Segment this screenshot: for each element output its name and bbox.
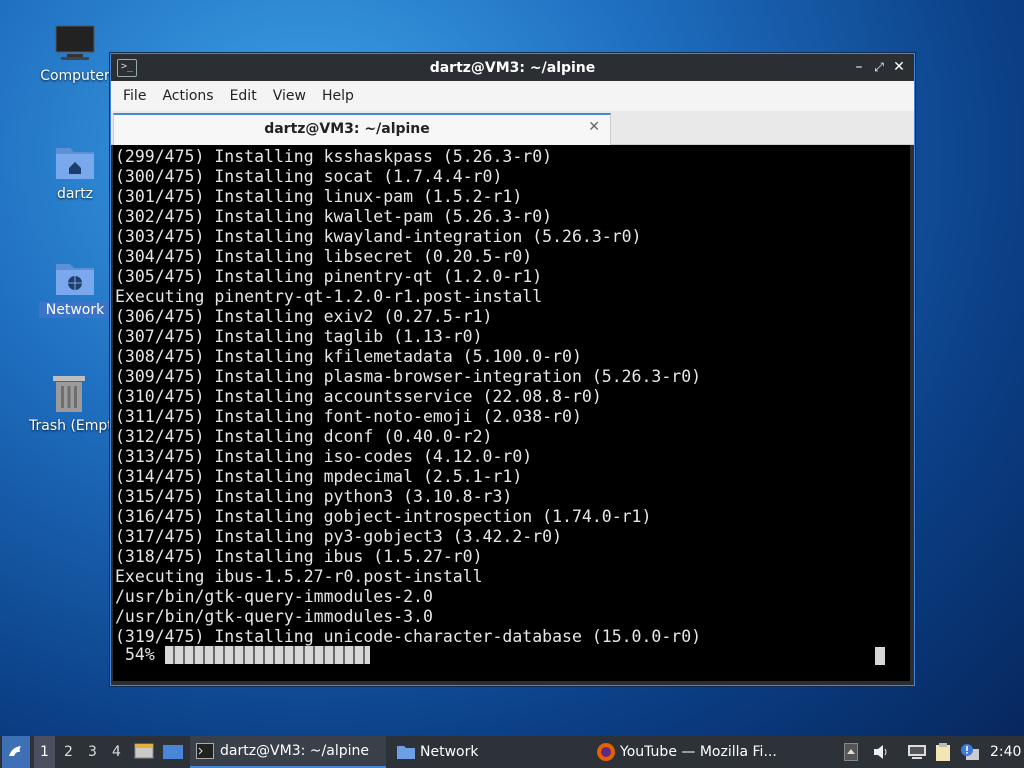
progress-bar [164,645,545,664]
workspace-3[interactable]: 3 [88,736,97,768]
task-label: YouTube — Mozilla Fi... [620,744,777,760]
terminal-line: (305/475) Installing pinentry-qt (1.2.0-… [115,267,543,286]
terminal-line: (313/475) Installing iso-codes (4.12.0-r… [115,447,533,466]
terminal-line: (303/475) Installing kwayland-integratio… [115,227,642,246]
terminal-line: (310/475) Installing accountsservice (22… [115,387,602,406]
terminal-cursor [875,647,885,665]
menu-help[interactable]: Help [314,88,362,104]
desktop-icon [134,743,154,759]
terminal-line: (314/475) Installing mpdecimal (2.5.1-r1… [115,467,523,486]
monitor-icon [53,24,97,64]
terminal-line: (318/475) Installing ibus (1.5.27-r0) [115,547,483,566]
clock[interactable]: 2:40 [990,736,1021,768]
terminal-line: (316/475) Installing gobject-introspecti… [115,507,652,526]
network-folder-icon [53,258,97,298]
taskbar: 1 2 3 4 dartz@VM3: ~/alpine Network YouT… [0,736,1024,768]
workspace-1[interactable]: 1 [34,736,55,768]
desktop-icon-computer[interactable]: Computer [39,24,111,84]
clipboard-button[interactable] [934,736,952,768]
window-icon [163,745,183,759]
terminal-line: /usr/bin/gtk-query-immodules-3.0 [115,607,433,626]
notifications-button[interactable] [960,736,980,768]
terminal-line: (309/475) Installing plasma-browser-inte… [115,367,702,386]
menu-edit[interactable]: Edit [222,88,265,104]
home-folder-icon [53,142,97,182]
network-wired-icon [908,745,926,759]
start-menu-button[interactable] [2,736,30,768]
terminal-lines: (299/475) Installing ksshaskpass (5.26.3… [113,145,910,647]
files-launcher-button[interactable] [162,736,184,768]
terminal-line: Executing ibus-1.5.27-r0.post-install [115,567,483,586]
workspace-2[interactable]: 2 [64,736,73,768]
terminal-line: (300/475) Installing socat (1.7.4.4-r0) [115,167,503,186]
terminal-line: (306/475) Installing exiv2 (0.27.5-r1) [115,307,493,326]
progress-bar-fill [164,645,370,664]
terminal-line: /usr/bin/gtk-query-immodules-2.0 [115,587,433,606]
speaker-icon [874,745,887,759]
terminal-line: (317/475) Installing py3-gobject3 (3.42.… [115,527,563,546]
tab-title: dartz@VM3: ~/alpine [264,121,430,137]
terminal-line: (301/475) Installing linux-pam (1.5.2-r1… [115,187,523,206]
up-arrow-icon [844,743,858,761]
maximize-button[interactable]: ⤢ [870,58,888,76]
trash-icon [47,374,91,414]
clipboard-icon [936,743,950,761]
scroll-up-button[interactable] [844,736,858,768]
desktop-icon-label: dartz [56,186,94,202]
workspace-4[interactable]: 4 [112,736,121,768]
terminal-line: (302/475) Installing kwallet-pam (5.26.3… [115,207,553,226]
show-desktop-button[interactable] [134,736,154,768]
menu-file[interactable]: File [115,88,154,104]
desktop-icon-network[interactable]: Network [39,258,111,318]
folder-icon [397,746,415,759]
terminal-line: (307/475) Installing taglib (1.13-r0) [115,327,483,346]
tab-bar: dartz@VM3: ~/alpine ✕ [111,111,914,145]
desktop-icon-label: Network [39,302,111,318]
task-label: Network [420,744,479,760]
install-progress: 54% [125,645,545,664]
window-titlebar[interactable]: >_ dartz@VM3: ~/alpine – ⤢ ✕ [111,54,914,81]
terminal-window: >_ dartz@VM3: ~/alpine – ⤢ ✕ File Action… [110,53,915,686]
menu-actions[interactable]: Actions [154,88,221,104]
task-terminal[interactable]: dartz@VM3: ~/alpine [190,736,386,768]
terminal-line: (311/475) Installing font-noto-emoji (2.… [115,407,582,426]
desktop-icon-label: Trash (Empty) [29,418,110,434]
terminal-line: (319/475) Installing unicode-character-d… [115,627,702,646]
task-firefox[interactable]: YouTube — Mozilla Fi... [590,736,802,768]
desktop-icon-dartz[interactable]: dartz [39,142,111,202]
menu-bar: File Actions Edit View Help [111,81,914,111]
terminal-line: (315/475) Installing python3 (3.10.8-r3) [115,487,513,506]
terminal-app-icon: >_ [117,59,137,77]
volume-button[interactable] [872,736,890,768]
desktop-icon-label: Computer [40,68,110,84]
task-label: dartz@VM3: ~/alpine [220,743,369,759]
firefox-icon [597,743,615,761]
notification-icon [961,744,979,760]
task-network[interactable]: Network [390,736,582,768]
minimize-button[interactable]: – [850,58,868,76]
progress-percent: 54% [125,645,155,664]
tab-close-icon[interactable]: ✕ [588,119,600,135]
terminal-line: Executing pinentry-qt-1.2.0-r1.post-inst… [115,287,543,306]
desktop-icon-trash[interactable]: Trash (Empty) [28,374,110,434]
terminal-line: (312/475) Installing dconf (0.40.0-r2) [115,427,493,446]
terminal-line: (299/475) Installing ksshaskpass (5.26.3… [115,147,553,166]
menu-view[interactable]: View [265,88,314,104]
terminal-line: (304/475) Installing libsecret (0.20.5-r… [115,247,533,266]
terminal-line: (308/475) Installing kfilemetadata (5.10… [115,347,582,366]
close-button[interactable]: ✕ [890,58,908,76]
xfce-logo-icon [9,746,21,756]
tab-terminal[interactable]: dartz@VM3: ~/alpine ✕ [113,113,611,145]
terminal-icon [196,743,214,759]
window-title: dartz@VM3: ~/alpine [429,59,596,76]
terminal-output[interactable]: (299/475) Installing ksshaskpass (5.26.3… [113,145,910,681]
network-status-button[interactable] [906,736,928,768]
